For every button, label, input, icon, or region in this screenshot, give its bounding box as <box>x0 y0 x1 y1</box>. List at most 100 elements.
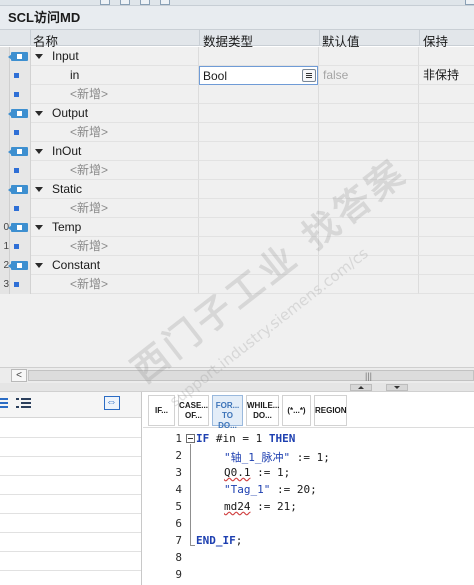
datatype-cell[interactable] <box>199 161 319 180</box>
retain-cell[interactable] <box>419 199 474 218</box>
column-divider[interactable] <box>319 30 320 45</box>
datatype-cell[interactable] <box>199 199 319 218</box>
expand-collapse-icon[interactable] <box>35 263 43 268</box>
retain-cell[interactable] <box>419 104 474 123</box>
default-cell[interactable] <box>319 161 419 180</box>
code-line[interactable]: IF #in = 1 THEN <box>196 432 295 445</box>
name-cell[interactable]: InOut <box>31 142 199 161</box>
name-cell[interactable]: in <box>31 66 199 85</box>
datatype-cell[interactable] <box>199 47 319 66</box>
name-cell[interactable]: <新增> <box>31 237 199 256</box>
default-cell[interactable]: false <box>319 66 419 85</box>
toolbar-button[interactable] <box>120 0 130 5</box>
datatype-cell[interactable] <box>199 237 319 256</box>
column-divider[interactable] <box>30 30 31 45</box>
expand-collapse-icon[interactable] <box>35 111 43 116</box>
datatype-cell[interactable] <box>199 218 319 237</box>
datatype-cell[interactable] <box>199 180 319 199</box>
interface-section-row[interactable]: InOut <box>0 142 474 161</box>
column-divider[interactable] <box>199 30 200 45</box>
retain-cell[interactable] <box>419 123 474 142</box>
swap-panels-icon[interactable] <box>104 396 120 410</box>
retain-cell[interactable] <box>419 256 474 275</box>
retain-cell[interactable] <box>419 47 474 66</box>
retain-cell[interactable]: 非保持 <box>419 66 474 85</box>
code-line[interactable]: "Tag_1" := 20; <box>224 483 317 496</box>
name-cell[interactable]: <新增> <box>31 275 199 294</box>
datatype-cell[interactable] <box>199 85 319 104</box>
add-new-placeholder[interactable]: <新增> <box>70 161 108 180</box>
code-line[interactable]: "轴_1_脉冲" := 1; <box>224 449 330 465</box>
expand-collapse-icon[interactable] <box>35 149 43 154</box>
default-cell[interactable] <box>319 104 419 123</box>
comment-instruction-button[interactable]: (*...*) <box>282 395 311 426</box>
default-cell[interactable] <box>319 237 419 256</box>
interface-section-row[interactable]: 2 Constant <box>0 256 474 275</box>
retain-cell[interactable] <box>419 237 474 256</box>
while-instruction-button[interactable]: WHILE... DO... <box>246 395 279 426</box>
interface-add-row[interactable]: <新增> <box>0 85 474 104</box>
case-instruction-button[interactable]: CASE... OF... <box>178 395 209 426</box>
toolbar-button[interactable] <box>465 0 474 5</box>
interface-section-row[interactable]: Static <box>0 180 474 199</box>
collapse-block-icon[interactable] <box>186 434 195 443</box>
name-cell[interactable]: Input <box>31 47 199 66</box>
for-instruction-button[interactable]: FOR... TO DO... <box>212 395 243 430</box>
datatype-cell[interactable] <box>199 123 319 142</box>
splitter-collapse-up-button[interactable] <box>350 384 372 391</box>
datatype-cell[interactable] <box>199 256 319 275</box>
retain-cell[interactable] <box>419 180 474 199</box>
default-cell[interactable] <box>319 85 419 104</box>
default-cell[interactable] <box>319 275 419 294</box>
add-new-placeholder[interactable]: <新增> <box>70 85 108 104</box>
retain-cell[interactable] <box>419 161 474 180</box>
default-cell[interactable] <box>319 123 419 142</box>
expand-collapse-icon[interactable] <box>35 54 43 59</box>
add-new-placeholder[interactable]: <新增> <box>70 123 108 142</box>
datatype-input[interactable]: Bool <box>199 66 318 85</box>
splitter-collapse-down-button[interactable] <box>386 384 408 391</box>
retain-cell[interactable] <box>419 142 474 161</box>
name-cell[interactable]: <新增> <box>31 123 199 142</box>
interface-section-row[interactable]: Output <box>0 104 474 123</box>
datatype-cell[interactable]: Bool <box>199 66 319 85</box>
interface-add-row[interactable]: <新增> <box>0 161 474 180</box>
name-cell[interactable]: Static <box>31 180 199 199</box>
retain-cell[interactable] <box>419 275 474 294</box>
toolbar-button[interactable] <box>100 0 110 5</box>
datatype-cell[interactable] <box>199 104 319 123</box>
indent-list-icon[interactable] <box>16 397 31 409</box>
default-cell[interactable] <box>319 199 419 218</box>
add-new-placeholder[interactable]: <新增> <box>70 199 108 218</box>
if-instruction-button[interactable]: IF... <box>148 395 175 426</box>
list-view-icon[interactable] <box>0 397 8 409</box>
default-cell[interactable] <box>319 256 419 275</box>
scroll-thumb[interactable]: ||| <box>28 370 474 381</box>
datatype-cell[interactable] <box>199 275 319 294</box>
default-cell[interactable] <box>319 180 419 199</box>
code-line[interactable]: END_IF; <box>196 534 242 547</box>
retain-cell[interactable] <box>419 85 474 104</box>
default-cell[interactable] <box>319 47 419 66</box>
interface-add-row[interactable]: 3 <新增> <box>0 275 474 294</box>
datatype-picker-button[interactable] <box>302 69 316 82</box>
toolbar-button[interactable] <box>140 0 150 5</box>
datatype-cell[interactable] <box>199 142 319 161</box>
name-cell[interactable]: Output <box>31 104 199 123</box>
toolbar-button[interactable] <box>160 0 170 5</box>
default-cell[interactable] <box>319 218 419 237</box>
interface-section-row[interactable]: 0 Temp <box>0 218 474 237</box>
retain-cell[interactable] <box>419 218 474 237</box>
name-cell[interactable]: Temp <box>31 218 199 237</box>
column-divider[interactable] <box>419 30 420 45</box>
name-cell[interactable]: <新增> <box>31 161 199 180</box>
name-cell[interactable]: Constant <box>31 256 199 275</box>
expand-collapse-icon[interactable] <box>35 187 43 192</box>
code-line[interactable]: Q0.1 := 1; <box>224 466 290 479</box>
add-new-placeholder[interactable]: <新增> <box>70 275 108 294</box>
name-cell[interactable]: <新增> <box>31 199 199 218</box>
interface-add-row[interactable]: <新增> <box>0 123 474 142</box>
scroll-left-button[interactable]: < <box>11 369 27 382</box>
add-new-placeholder[interactable]: <新增> <box>70 237 108 256</box>
name-cell[interactable]: <新增> <box>31 85 199 104</box>
